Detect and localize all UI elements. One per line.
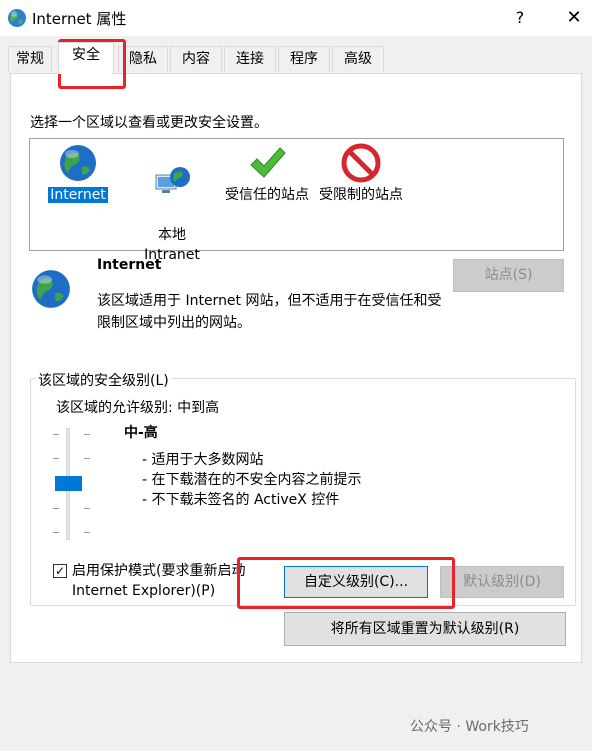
zone-local-intranet[interactable]: 本地 Intranet xyxy=(134,143,210,265)
tab-programs[interactable]: 程序 xyxy=(278,46,330,72)
slider-tick xyxy=(84,458,90,459)
globe-icon xyxy=(32,270,70,308)
zone-list: Internet 本地 Intranet 受信任的站点 受限制的站点 xyxy=(29,138,564,263)
checkmark-icon xyxy=(250,147,286,178)
watermark: 公众号 · Work技巧 xyxy=(410,719,529,735)
zone-restricted-sites[interactable]: 受限制的站点 xyxy=(314,143,408,205)
protected-mode-label-line2: Internet Explorer)(P) xyxy=(72,583,216,599)
tab-general[interactable]: 常规 xyxy=(8,46,52,72)
tab-advanced[interactable]: 高级 xyxy=(332,46,384,72)
slider-tick xyxy=(53,532,59,533)
tab-security[interactable]: 安全 xyxy=(58,42,114,74)
tab-connections[interactable]: 连接 xyxy=(224,46,276,72)
reset-all-zones-button[interactable]: 将所有区域重置为默认级别(R) xyxy=(284,612,566,646)
zone-internet[interactable]: Internet xyxy=(42,143,114,205)
slider-thumb[interactable] xyxy=(55,476,82,491)
security-level-legend: 该区域的安全级别(L) xyxy=(36,370,171,390)
highlight-custom-level xyxy=(237,557,455,609)
level-item: - 不下载未签名的 ActiveX 控件 xyxy=(142,492,340,508)
zone-restricted-sites-label: 受限制的站点 xyxy=(319,187,403,203)
allowed-level-text: 该区域的允许级别: 中到高 xyxy=(56,400,220,416)
sites-button[interactable]: 站点(S) xyxy=(453,259,564,292)
level-item: - 适用于大多数网站 xyxy=(142,452,264,468)
protected-mode-checkbox[interactable]: ✓ xyxy=(53,564,67,578)
tab-content[interactable]: 内容 xyxy=(170,46,222,72)
slider-tick xyxy=(53,434,59,435)
globe-icon xyxy=(60,145,96,181)
slider-tick xyxy=(53,508,59,509)
level-item: - 在下载潜在的不安全内容之前提示 xyxy=(142,472,362,488)
zone-internet-label: Internet xyxy=(48,187,108,203)
close-button[interactable]: ✕ xyxy=(560,4,588,32)
tab-strip: 常规 安全 隐私 内容 连接 程序 高级 xyxy=(0,36,592,74)
slider-tick xyxy=(84,532,90,533)
security-level-details: - 适用于大多数网站 - 在下载潜在的不安全内容之前提示 - 不下载未签名的 A… xyxy=(142,450,362,510)
protected-mode-label-line1: 启用保护模式(要求重新启动 xyxy=(72,563,246,579)
window-title: Internet 属性 xyxy=(32,10,127,28)
restricted-icon xyxy=(341,143,381,183)
zone-detail-description: 该区域适用于 Internet 网站，但不适用于在受信任和受限制区域中列出的网站… xyxy=(97,293,442,331)
zone-instruction: 选择一个区域以查看或更改安全设置。 xyxy=(30,115,268,131)
local-intranet-icon xyxy=(155,167,190,193)
default-level-button[interactable]: 默认级别(D) xyxy=(440,566,564,598)
zone-trusted-sites[interactable]: 受信任的站点 xyxy=(220,143,314,205)
protected-mode-label[interactable]: 启用保护模式(要求重新启动 Internet Explorer)(P) xyxy=(72,561,245,601)
internet-globe-icon xyxy=(8,9,26,27)
slider-tick xyxy=(53,458,59,459)
slider-tick xyxy=(84,434,90,435)
slider-tick xyxy=(84,508,90,509)
zone-trusted-sites-label: 受信任的站点 xyxy=(225,187,309,203)
zone-detail-title: Internet xyxy=(97,257,162,273)
title-bar: Internet 属性 ? ✕ xyxy=(0,0,592,36)
help-button[interactable]: ? xyxy=(508,4,532,32)
security-level-name: 中-高 xyxy=(124,425,158,441)
